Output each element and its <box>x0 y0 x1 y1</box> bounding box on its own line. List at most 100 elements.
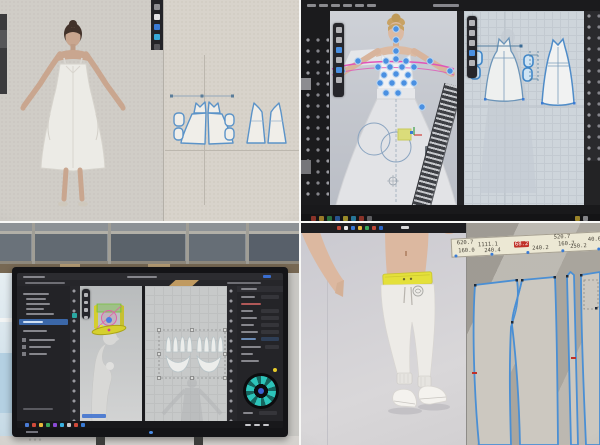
left-toolbar[interactable] <box>303 35 329 200</box>
sneaker-left <box>393 389 417 407</box>
pattern-2d-window[interactable] <box>464 11 586 205</box>
pattern-pieces-dress[interactable] <box>165 80 298 168</box>
sneaker-right <box>419 386 447 404</box>
viewport-float-toolbar[interactable] <box>82 289 90 319</box>
tool-icon[interactable] <box>469 50 475 56</box>
tray-icon[interactable] <box>245 424 251 426</box>
taskbar-app-icon[interactable] <box>379 226 383 230</box>
viewport-3d[interactable] <box>330 11 457 205</box>
pattern-pocket[interactable] <box>225 128 234 140</box>
tool-icon[interactable] <box>469 40 475 46</box>
viewport-float-toolbar[interactable] <box>333 23 344 97</box>
tool-icon[interactable] <box>84 308 88 312</box>
taskbar-app-icon[interactable] <box>81 423 85 427</box>
pattern-bodice-left[interactable] <box>194 102 206 113</box>
endpoint-dot <box>454 254 457 257</box>
taskbar-app-icon[interactable] <box>67 423 71 427</box>
mini-toolbar[interactable] <box>151 0 163 50</box>
stand-feet-dots <box>28 438 42 441</box>
menu-item[interactable] <box>367 4 376 7</box>
viewport-2d-hat-patterns[interactable] <box>145 286 227 421</box>
screen-edge-strip-light <box>0 30 7 48</box>
color-wheel-center[interactable] <box>258 388 264 394</box>
right-toolbar[interactable] <box>584 11 600 161</box>
ceiling-frame-v <box>32 223 35 264</box>
pattern-pocket[interactable] <box>174 113 184 126</box>
tool-icon[interactable] <box>154 14 160 20</box>
pattern-dress-front[interactable] <box>247 103 265 143</box>
photo-collage: 620.7 1111.1 68.2 520.7 160.7 40.6 160.0… <box>0 0 600 445</box>
pants-pattern-pieces[interactable] <box>467 247 600 445</box>
tool-icon[interactable] <box>336 47 342 53</box>
pattern-2d-pants[interactable] <box>467 223 600 445</box>
tray-icon[interactable] <box>263 424 269 426</box>
hat-pattern-pieces[interactable] <box>166 337 223 372</box>
window-divider <box>457 11 464 205</box>
app-titlebar <box>17 273 283 280</box>
tool-icon[interactable] <box>469 30 475 36</box>
pattern-float-toolbar[interactable] <box>467 16 477 78</box>
pattern-pieces-2d[interactable] <box>464 11 586 205</box>
tool-icon[interactable] <box>84 293 88 297</box>
tool-icon[interactable] <box>336 67 342 73</box>
tool-icon[interactable] <box>84 301 88 305</box>
quadrant-cad-closeup <box>301 0 600 221</box>
taskbar-app-icon[interactable] <box>372 226 376 230</box>
tool-icon[interactable] <box>336 27 342 33</box>
taskbar[interactable] <box>17 421 283 428</box>
tool-icon[interactable] <box>154 44 160 50</box>
taskbar-app-icon[interactable] <box>74 423 78 427</box>
hat-3d <box>92 304 127 336</box>
pattern-pocket[interactable] <box>174 128 183 140</box>
measure-value: 520.7 <box>554 234 571 241</box>
taskbar-app-icon[interactable] <box>25 423 29 427</box>
menu-item[interactable] <box>355 4 364 7</box>
viewport-3d-pants[interactable] <box>301 223 466 445</box>
properties-panel[interactable] <box>237 286 283 421</box>
tool-column-3d[interactable] <box>70 286 80 421</box>
tool-icon[interactable] <box>336 57 342 63</box>
tool-icon[interactable] <box>469 60 475 66</box>
pattern-skirt-left[interactable] <box>181 113 206 144</box>
taskbar-app-icon[interactable] <box>358 226 362 230</box>
window-title <box>433 4 459 7</box>
menu-item[interactable] <box>319 4 328 7</box>
top-menu-strip <box>301 223 466 233</box>
taskbar-app-icon[interactable] <box>60 423 64 427</box>
menu-item[interactable] <box>343 4 352 7</box>
tool-icon[interactable] <box>336 77 342 83</box>
viewport-3d-hat[interactable] <box>80 286 142 421</box>
pattern-pant-front[interactable] <box>512 277 558 445</box>
tool-active-teal[interactable] <box>72 313 77 318</box>
tool-icon[interactable] <box>336 37 342 43</box>
tool-icon[interactable] <box>154 4 160 10</box>
viewport-status-text <box>82 414 106 418</box>
pattern-dress-back[interactable] <box>268 103 286 143</box>
taskbar-app-icon[interactable] <box>39 423 43 427</box>
taskbar-app-icon[interactable] <box>337 226 341 230</box>
display-screen <box>17 273 283 428</box>
pattern-pocket[interactable] <box>225 114 234 126</box>
tool-icon[interactable] <box>154 24 160 30</box>
tool-icon[interactable] <box>469 20 475 26</box>
selected-tree-item[interactable] <box>19 319 68 325</box>
taskbar-app-icon[interactable] <box>46 423 50 427</box>
taskbar-app-icon[interactable] <box>53 423 57 427</box>
tool-icon[interactable] <box>154 34 160 40</box>
taskbar-app-icon[interactable] <box>351 226 355 230</box>
menu-item[interactable] <box>307 4 316 7</box>
scene-browser-panel[interactable] <box>17 286 70 421</box>
fabric-patch[interactable] <box>398 129 411 140</box>
taskbar-app-icon[interactable] <box>32 423 36 427</box>
pattern-bodice-right[interactable] <box>208 102 220 113</box>
monitor-bezel <box>301 205 600 214</box>
tray-icon[interactable] <box>254 424 260 426</box>
tool-icon[interactable] <box>84 316 88 320</box>
taskbar-app-icon[interactable] <box>365 226 369 230</box>
menu-bar[interactable] <box>307 3 427 8</box>
pattern-pant-back[interactable] <box>474 280 518 445</box>
menu-item[interactable] <box>331 4 340 7</box>
mannequin-torso <box>92 344 112 421</box>
tool-column-2d[interactable] <box>227 286 237 421</box>
taskbar-app-icon[interactable] <box>344 226 348 230</box>
